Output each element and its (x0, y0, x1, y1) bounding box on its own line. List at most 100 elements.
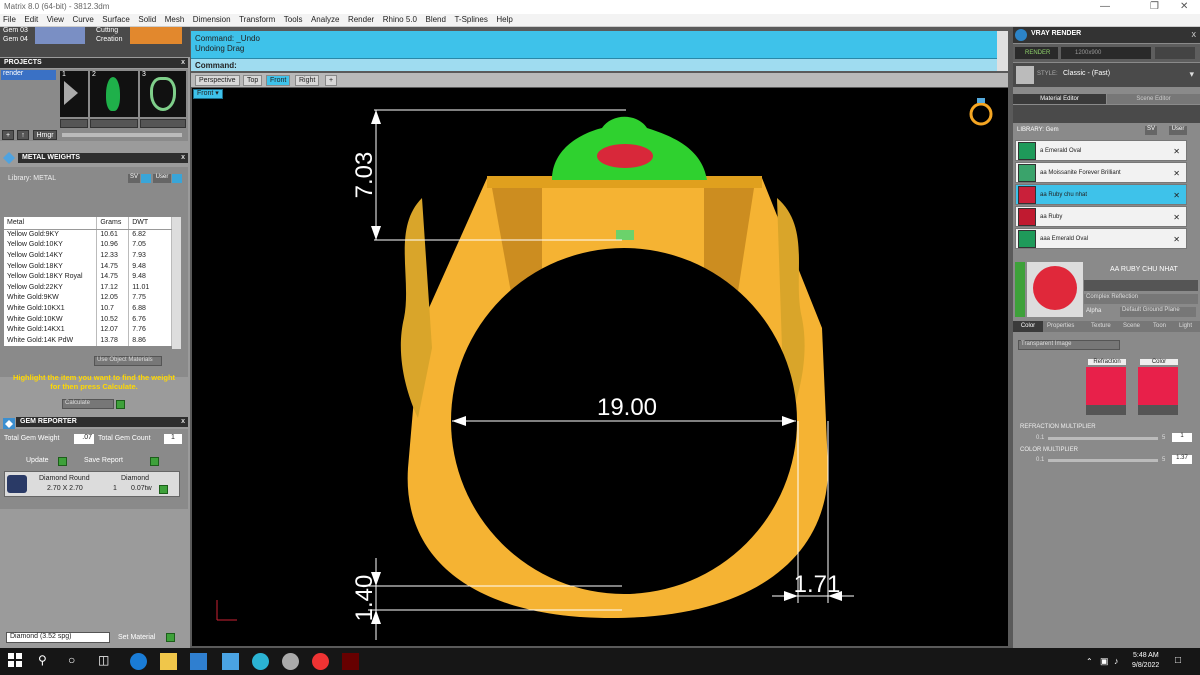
matrix-app-icon[interactable] (252, 653, 269, 670)
chrome-icon[interactable] (312, 653, 329, 670)
rhino-icon[interactable] (282, 653, 299, 670)
command-input[interactable]: Command: (191, 58, 1008, 71)
close-icon[interactable]: x (181, 417, 185, 427)
menu-dimension[interactable]: Dimension (190, 14, 234, 25)
user-button[interactable]: User (1169, 126, 1187, 135)
menu-analyze[interactable]: Analyze (308, 14, 342, 25)
gem-row-button[interactable] (159, 485, 168, 494)
use-object-materials-select[interactable]: Use Object Materials (94, 356, 162, 366)
user-button[interactable]: User (153, 174, 171, 183)
material-expand-button[interactable] (1015, 262, 1025, 317)
volume-icon[interactable]: ♪ (1114, 656, 1119, 666)
projects-scrollbar[interactable] (62, 133, 182, 137)
close-icon[interactable]: x (181, 153, 185, 163)
set-material-label[interactable]: Set Material (118, 634, 155, 641)
menu-rhino[interactable]: Rhino 5.0 (380, 14, 420, 25)
table-row[interactable]: Yellow Gold:18KY Royal 14.75 9.48 (4, 271, 172, 282)
save-report-button[interactable] (150, 457, 159, 466)
sv-toggle[interactable] (141, 174, 151, 183)
close-icon[interactable]: ✕ (1173, 191, 1180, 200)
menu-help[interactable]: Help (493, 14, 515, 25)
add-project-button[interactable]: + (2, 130, 14, 140)
table-row[interactable]: White Gold:10KX1 10.7 6.88 (4, 303, 172, 314)
close-icon[interactable]: ✕ (1173, 213, 1180, 222)
color-controls[interactable] (1138, 405, 1178, 415)
close-icon[interactable]: ✕ (1173, 235, 1180, 244)
material-toolbar[interactable] (1013, 105, 1200, 123)
subtab-toon[interactable]: Toon (1153, 323, 1166, 329)
menu-tools[interactable]: Tools (281, 14, 306, 25)
menu-edit[interactable]: Edit (21, 14, 41, 25)
project-render-item[interactable]: render (1, 70, 56, 80)
edge-icon[interactable] (130, 653, 147, 670)
metal-table-scrollbar[interactable] (172, 217, 181, 349)
table-row[interactable]: Yellow Gold:14KY 12.33 7.93 (4, 250, 172, 261)
cortana-icon[interactable]: ○ (68, 653, 85, 670)
table-row[interactable]: Yellow Gold:18KY 14.75 9.48 (4, 260, 172, 272)
project-thumb-3[interactable]: 3 (140, 71, 186, 117)
col-grams[interactable]: Grams (96, 217, 130, 230)
tab-scene-editor[interactable]: Scene Editor (1107, 94, 1200, 104)
close-icon[interactable]: ✕ (1173, 169, 1180, 178)
close-icon[interactable]: ✕ (1180, 1, 1188, 12)
menu-file[interactable]: File (0, 14, 19, 25)
menu-render[interactable]: Render (345, 14, 377, 25)
material-select[interactable]: Diamond (3.52 spg) (6, 632, 110, 643)
project-thumb-2[interactable]: 2 (90, 71, 138, 117)
hmgr-button[interactable]: Hmgr (33, 130, 57, 140)
cutting-label[interactable]: Cutting (96, 27, 118, 34)
creation-tool-buttons[interactable] (130, 27, 182, 44)
store-icon[interactable] (190, 653, 207, 670)
task-view-icon[interactable]: ◫ (98, 653, 115, 670)
tab-front[interactable]: Front (266, 75, 291, 86)
color-slider[interactable] (1048, 459, 1158, 462)
refraction-controls[interactable] (1086, 405, 1126, 415)
table-row[interactable]: White Gold:14K PdW 13.78 8.86 (4, 334, 172, 346)
table-row[interactable]: Yellow Gold:9KY 10.61 6.82 (4, 229, 172, 240)
subtab-light[interactable]: Light (1179, 323, 1192, 329)
tab-top[interactable]: Top (243, 75, 263, 86)
close-icon[interactable]: ✕ (1173, 147, 1180, 156)
menu-curve[interactable]: Curve (69, 14, 96, 25)
menu-view[interactable]: View (44, 14, 67, 25)
tab-perspective[interactable]: Perspective (195, 75, 240, 86)
material-item-selected[interactable]: aa Ruby chu nhat ✕ (1015, 184, 1187, 205)
style-value[interactable]: Classic - (Fast) (1063, 70, 1110, 77)
menu-tsplines[interactable]: T-Splines (451, 14, 490, 25)
update-label[interactable]: Update (26, 457, 49, 464)
thumb-3-controls[interactable] (140, 119, 186, 128)
thumb-1-controls[interactable] (60, 119, 88, 128)
material-item[interactable]: a Emerald Oval ✕ (1015, 140, 1187, 161)
command-scrollbar[interactable] (997, 31, 1008, 71)
table-row[interactable]: White Gold:14KX1 12.07 7.76 (4, 324, 172, 335)
creation-label[interactable]: Creation (96, 36, 122, 43)
render-tools[interactable] (1155, 47, 1195, 59)
ground-plane-select[interactable]: Default Ground Plane (1120, 307, 1196, 317)
color-swatch[interactable] (1138, 367, 1178, 405)
gem-report-row[interactable]: Diamond Round 2.70 X 2.70 Diamond 1 0.07… (4, 471, 180, 497)
chevron-down-icon[interactable]: ▾ (1189, 69, 1194, 80)
mail-icon[interactable] (222, 653, 239, 670)
close-icon[interactable]: x (1192, 29, 1197, 39)
material-item[interactable]: aaa Emerald Oval ✕ (1015, 228, 1187, 249)
gem-tool-buttons[interactable] (35, 27, 85, 44)
color-value[interactable]: 1.37 (1172, 455, 1192, 464)
maximize-icon[interactable]: ❐ (1150, 1, 1159, 12)
search-icon[interactable]: ⚲ (38, 653, 55, 670)
table-row[interactable]: White Gold:10KW 10.52 6.76 (4, 313, 172, 325)
material-actions[interactable] (1084, 280, 1198, 291)
material-item[interactable]: aa Ruby ✕ (1015, 206, 1187, 227)
up-project-button[interactable]: ↑ (17, 130, 29, 140)
calculate-field[interactable]: Calculate (62, 399, 114, 409)
menu-blend[interactable]: Blend (422, 14, 448, 25)
thumb-2-controls[interactable] (90, 119, 138, 128)
chevron-up-icon[interactable]: ⌃ (1086, 657, 1093, 666)
calculate-button[interactable] (116, 400, 125, 409)
app-icon[interactable] (342, 653, 359, 670)
save-report-label[interactable]: Save Report (84, 457, 123, 464)
gem03-label[interactable]: Gem 03 (3, 27, 28, 34)
table-row[interactable]: Yellow Gold:22KY 17.12 11.01 (4, 281, 172, 293)
menu-mesh[interactable]: Mesh (162, 14, 188, 25)
menu-transform[interactable]: Transform (236, 14, 278, 25)
refraction-slider[interactable] (1048, 437, 1158, 440)
